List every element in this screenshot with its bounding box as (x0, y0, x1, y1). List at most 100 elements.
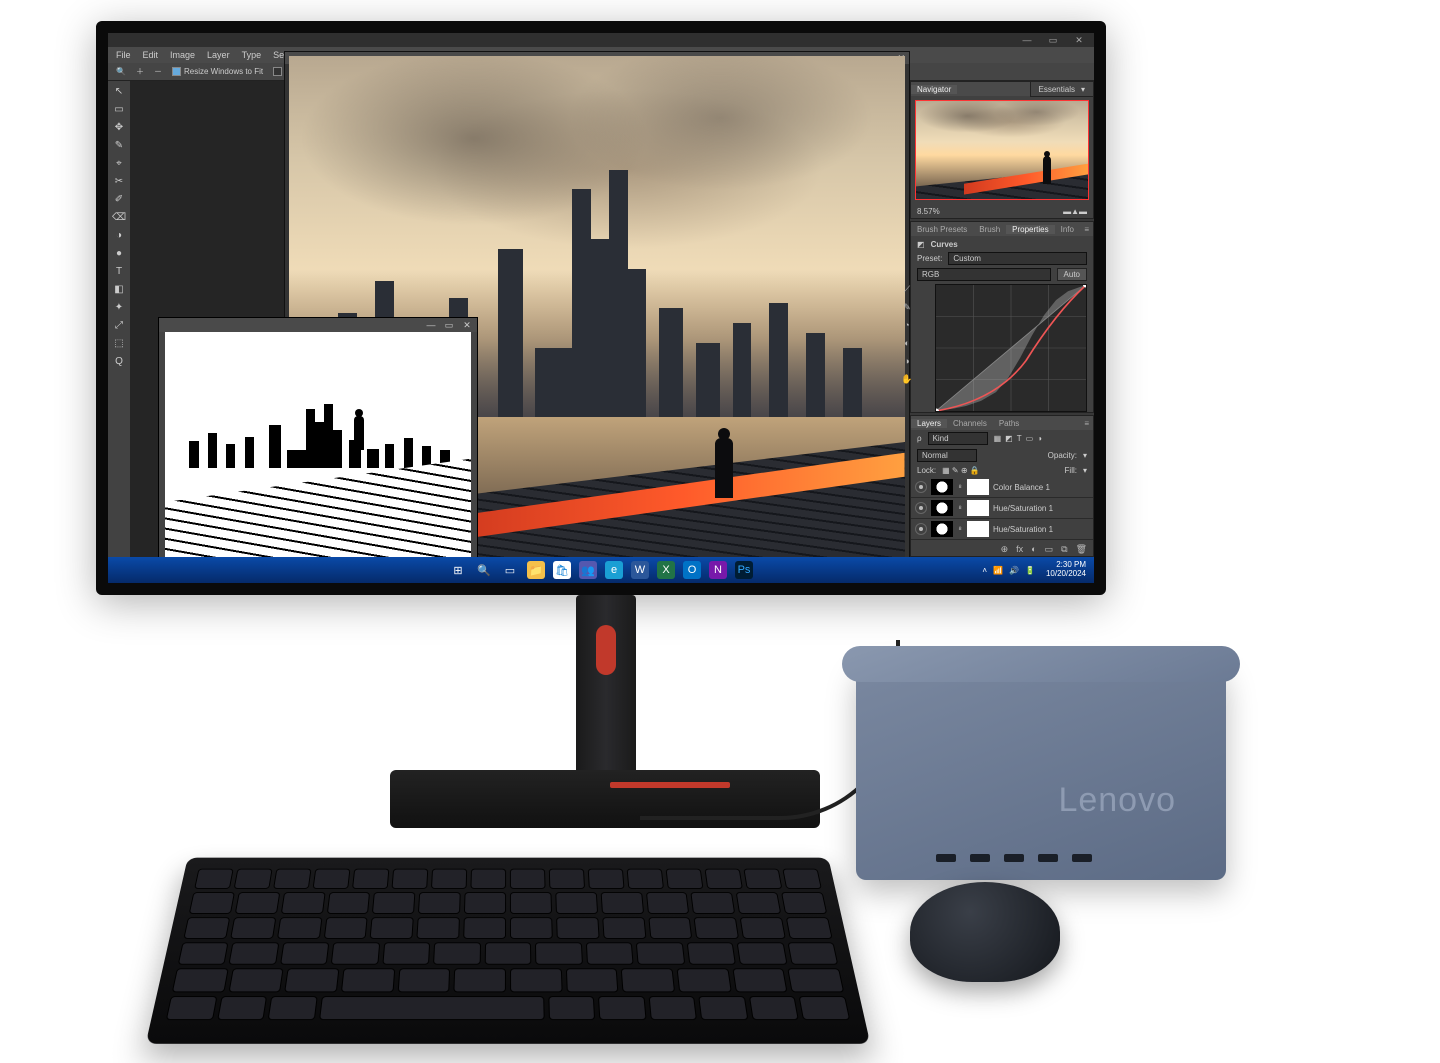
layer-action-icon[interactable]: ⊕ (1001, 544, 1009, 555)
window-maximize-button[interactable]: ▭ (1044, 35, 1062, 46)
layer-action-icon[interactable]: ▭ (1045, 544, 1054, 555)
curves-tool-icon[interactable]: ◑ (901, 356, 913, 368)
resize-windows-checkbox[interactable] (172, 67, 181, 76)
window-minimize-button[interactable]: — (1018, 35, 1036, 46)
prop-tab-properties[interactable]: Properties (1006, 225, 1054, 234)
window-close-button[interactable]: ✕ (1070, 35, 1088, 46)
tab-channels[interactable]: Channels (947, 419, 993, 428)
tool-3[interactable]: ✎ (112, 139, 126, 153)
lock-icons[interactable]: ▦ ✎ ⊕ 🔒 (942, 466, 980, 475)
prop-tab-info[interactable]: Info (1055, 225, 1080, 234)
bw-maximize-button[interactable]: ▭ (443, 320, 455, 331)
tool-1[interactable]: ▭ (112, 103, 126, 117)
tool-10[interactable]: T (112, 265, 126, 279)
zoom-out-icon[interactable]: － (154, 66, 162, 77)
curves-tool-icon[interactable]: ◔ (901, 320, 913, 332)
menu-file[interactable]: File (116, 50, 131, 60)
visibility-toggle-icon[interactable] (915, 502, 927, 514)
layers-panel: LayersChannelsPaths≡ ρ Kind ▦◩T▭◑ Normal… (910, 415, 1094, 557)
fill-slider-icon[interactable]: ▾ (1083, 466, 1087, 475)
taskbar-outlook-icon[interactable]: O (683, 561, 701, 579)
taskbar-word-icon[interactable]: W (631, 561, 649, 579)
secondary-document-window[interactable]: — ▭ ✕ 8.57% Doc: 68.7M/99.9M ▸ (158, 317, 478, 575)
layer-action-icon[interactable]: 🗑 (1076, 544, 1087, 555)
preset-select[interactable]: Custom (948, 252, 1087, 265)
blend-mode-select[interactable]: Normal (917, 449, 977, 462)
auto-button[interactable]: Auto (1057, 268, 1087, 281)
layer-action-icon[interactable]: fx (1016, 544, 1023, 554)
menu-type[interactable]: Type (242, 50, 262, 60)
navigator-zoom[interactable]: 8.57% (917, 207, 940, 216)
layer-filter-icon[interactable]: ◑ (1037, 434, 1042, 443)
visibility-toggle-icon[interactable] (915, 523, 927, 535)
tool-0[interactable]: ↖ (112, 85, 126, 99)
menu-layer[interactable]: Layer (207, 50, 230, 60)
tab-paths[interactable]: Paths (993, 419, 1025, 428)
tool-4[interactable]: ⌖ (112, 157, 126, 171)
zoom-all-checkbox[interactable] (273, 67, 282, 76)
menu-image[interactable]: Image (170, 50, 195, 60)
layer-action-icon[interactable]: ⧉ (1061, 544, 1067, 555)
curves-tool-icon[interactable]: ◐ (901, 338, 913, 350)
mouse (910, 882, 1060, 982)
layer-row[interactable]: ⁸Color Balance 1 (911, 477, 1093, 498)
tool-12[interactable]: ✦ (112, 301, 126, 315)
tool-2[interactable]: ✥ (112, 121, 126, 135)
opacity-slider-icon[interactable]: ▾ (1083, 451, 1087, 460)
curves-tool-icon[interactable]: ⟋ (901, 284, 913, 296)
curves-icon: ◩ (917, 240, 925, 249)
prop-tab-brush[interactable]: Brush (973, 225, 1006, 234)
taskbar-onenote-icon[interactable]: N (709, 561, 727, 579)
taskbar-explorer-icon[interactable]: 📁 (527, 561, 545, 579)
channel-select[interactable]: RGB (917, 268, 1051, 281)
curves-tool-icon[interactable]: ✎ (901, 302, 913, 314)
taskbar-search-icon[interactable]: 🔍 (475, 561, 493, 579)
tab-layers[interactable]: Layers (911, 419, 947, 428)
tray-icon[interactable]: 🔊 (1009, 566, 1019, 575)
layer-filter-icon[interactable]: ▦ (994, 434, 1002, 443)
taskbar-photoshop-icon[interactable]: Ps (735, 561, 753, 579)
tray-icon[interactable]: 🔋 (1025, 566, 1035, 575)
visibility-toggle-icon[interactable] (915, 481, 927, 493)
pc-brand-label: Lenovo (1058, 781, 1176, 820)
tool-11[interactable]: ◧ (112, 283, 126, 297)
tray-icon[interactable]: 📶 (993, 566, 1003, 575)
layer-action-icon[interactable]: ◐ (1031, 544, 1036, 554)
tool-13[interactable]: ⤢ (112, 319, 126, 333)
layer-filter-icon[interactable]: T (1017, 434, 1022, 443)
tool-7[interactable]: ⌫ (112, 211, 126, 225)
prop-tab-brush-presets[interactable]: Brush Presets (911, 225, 973, 234)
navigator-thumbnail[interactable] (915, 100, 1089, 200)
clock-date[interactable]: 10/20/2024 (1046, 570, 1086, 579)
taskbar-teams-icon[interactable]: 👥 (579, 561, 597, 579)
workspace-switcher[interactable]: Essentials▾ (1030, 81, 1094, 97)
taskbar-edge-icon[interactable]: e (605, 561, 623, 579)
tool-8[interactable]: ◑ (112, 229, 126, 243)
navigator-tab[interactable]: Navigator (911, 85, 957, 94)
layer-filter-kind[interactable]: Kind (928, 432, 988, 445)
tool-14[interactable]: ⬚ (112, 337, 126, 351)
curves-graph[interactable] (935, 284, 1087, 412)
tray-icon[interactable]: ˄ (982, 566, 987, 575)
bw-canvas[interactable] (165, 332, 471, 558)
layer-filter-icon[interactable]: ▭ (1026, 434, 1034, 443)
tool-9[interactable]: ● (112, 247, 126, 261)
curves-tool-icon[interactable]: ✋ (901, 374, 913, 386)
bw-close-button[interactable]: ✕ (461, 320, 473, 331)
panel-menu-icon[interactable]: ≡ (1080, 225, 1093, 234)
taskbar-task-view-icon[interactable]: ▭ (501, 561, 519, 579)
zoom-in-icon[interactable]: ＋ (136, 66, 144, 77)
panel-menu-icon[interactable]: ≡ (1080, 419, 1093, 428)
menu-edit[interactable]: Edit (143, 50, 159, 60)
zoom-tool-icon[interactable]: 🔍 (116, 67, 126, 76)
layer-filter-icon[interactable]: ◩ (1005, 434, 1013, 443)
layer-row[interactable]: ⁸Hue/Saturation 1 (911, 519, 1093, 540)
tool-5[interactable]: ✂ (112, 175, 126, 189)
layer-row[interactable]: ⁸Hue/Saturation 1 (911, 498, 1093, 519)
taskbar-excel-icon[interactable]: X (657, 561, 675, 579)
tool-15[interactable]: Q (112, 355, 126, 369)
tool-6[interactable]: ✐ (112, 193, 126, 207)
bw-minimize-button[interactable]: — (425, 320, 437, 330)
taskbar-start-icon[interactable]: ⊞ (449, 561, 467, 579)
taskbar-store-icon[interactable]: 🛍 (553, 561, 571, 579)
